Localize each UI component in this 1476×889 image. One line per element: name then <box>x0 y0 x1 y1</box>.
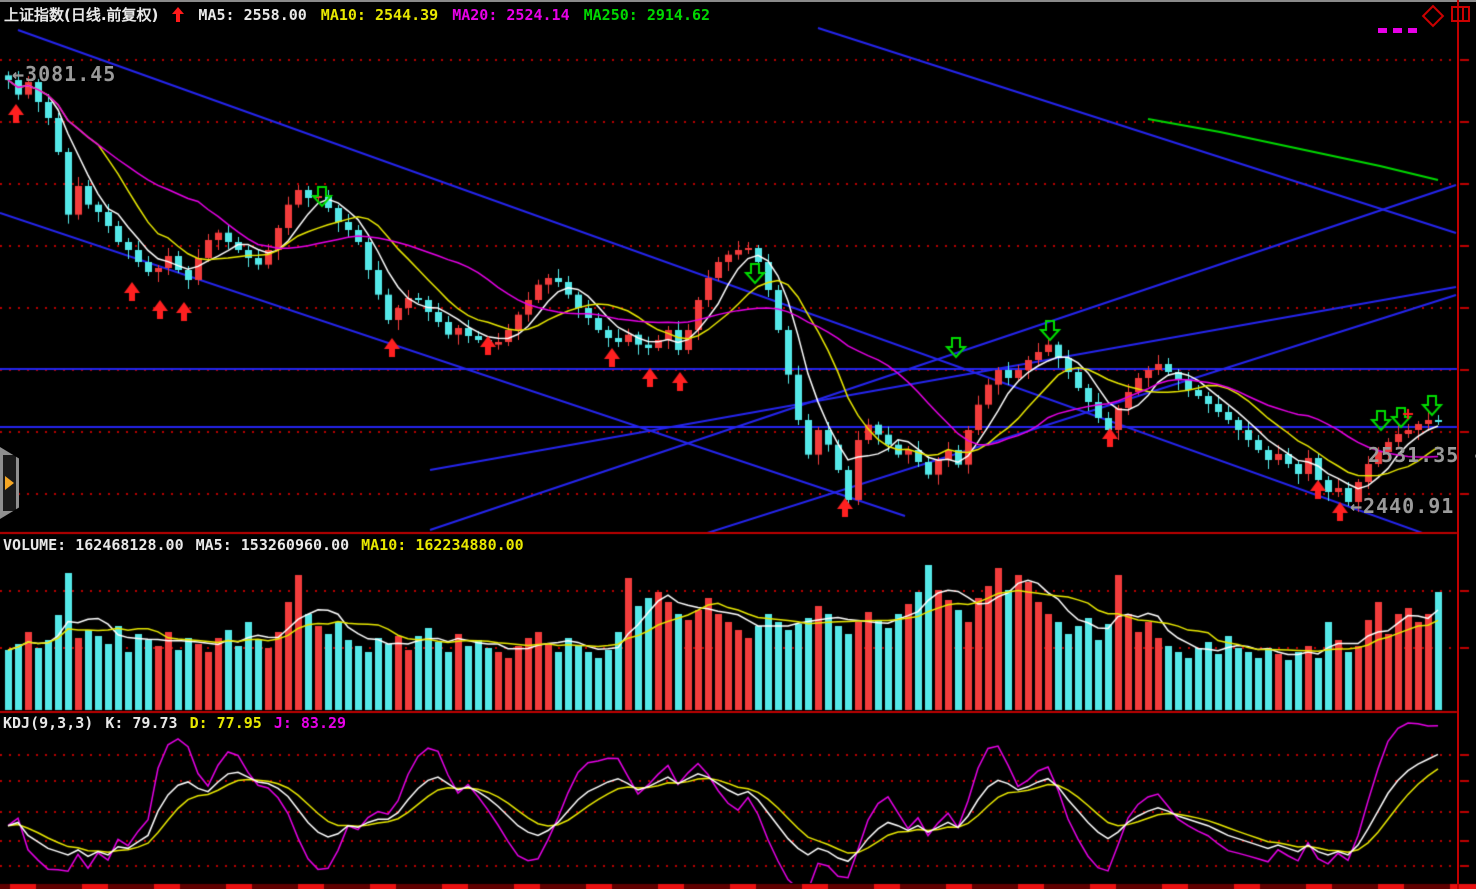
ma5-value: MA5: 2558.00 <box>198 6 306 24</box>
main-chart-header: 上证指数(日线.前复权) MA5: 2558.00 MA10: 2544.39 MA2… <box>4 4 724 24</box>
chart-canvas[interactable] <box>0 0 1476 889</box>
ma250-value: MA250: 2914.62 <box>584 6 710 24</box>
window-layout-icon[interactable] <box>1451 6 1470 22</box>
ma10-value: MA10: 2544.39 <box>321 6 438 24</box>
stock-trading-app: 上证指数(日线.前复权) MA5: 2558.00 MA10: 2544.39 MA2… <box>0 0 1476 889</box>
ma20-value: MA20: 2524.14 <box>452 6 569 24</box>
volume-ma5-value: MA5: 153260960.00 <box>196 536 350 554</box>
header-icons <box>1372 6 1470 33</box>
kdj-k-value: K: 79.73 <box>105 714 177 732</box>
kdj-d-value: D: 77.95 <box>190 714 262 732</box>
range-measure-label: 2531.35 - 2 <box>1368 443 1476 467</box>
high-price-label: ←3081.45 <box>12 62 116 86</box>
volume-header: VOLUME: 162468128.00 MA5: 153260960.00 MA1… <box>3 536 536 554</box>
symbol-title: 上证指数(日线.前复权) <box>4 6 158 24</box>
sidebar-expand-handle[interactable] <box>0 447 19 519</box>
volume-ma10-value: MA10: 162234880.00 <box>361 536 524 554</box>
up-arrow-icon <box>172 7 184 26</box>
volume-value: VOLUME: 162468128.00 <box>3 536 184 554</box>
expand-arrow-icon <box>5 476 14 490</box>
kdj-j-value: J: 83.29 <box>274 714 346 732</box>
more-icon[interactable] <box>1372 28 1417 33</box>
kdj-indicator-label: KDJ(9,3,3) <box>3 714 93 732</box>
kdj-header: KDJ(9,3,3) K: 79.73 D: 77.95 J: 83.29 <box>3 714 358 732</box>
window-top-edge <box>0 0 1476 2</box>
diamond-icon[interactable] <box>1422 5 1445 28</box>
low-price-label: ←2440.91 <box>1350 494 1454 518</box>
